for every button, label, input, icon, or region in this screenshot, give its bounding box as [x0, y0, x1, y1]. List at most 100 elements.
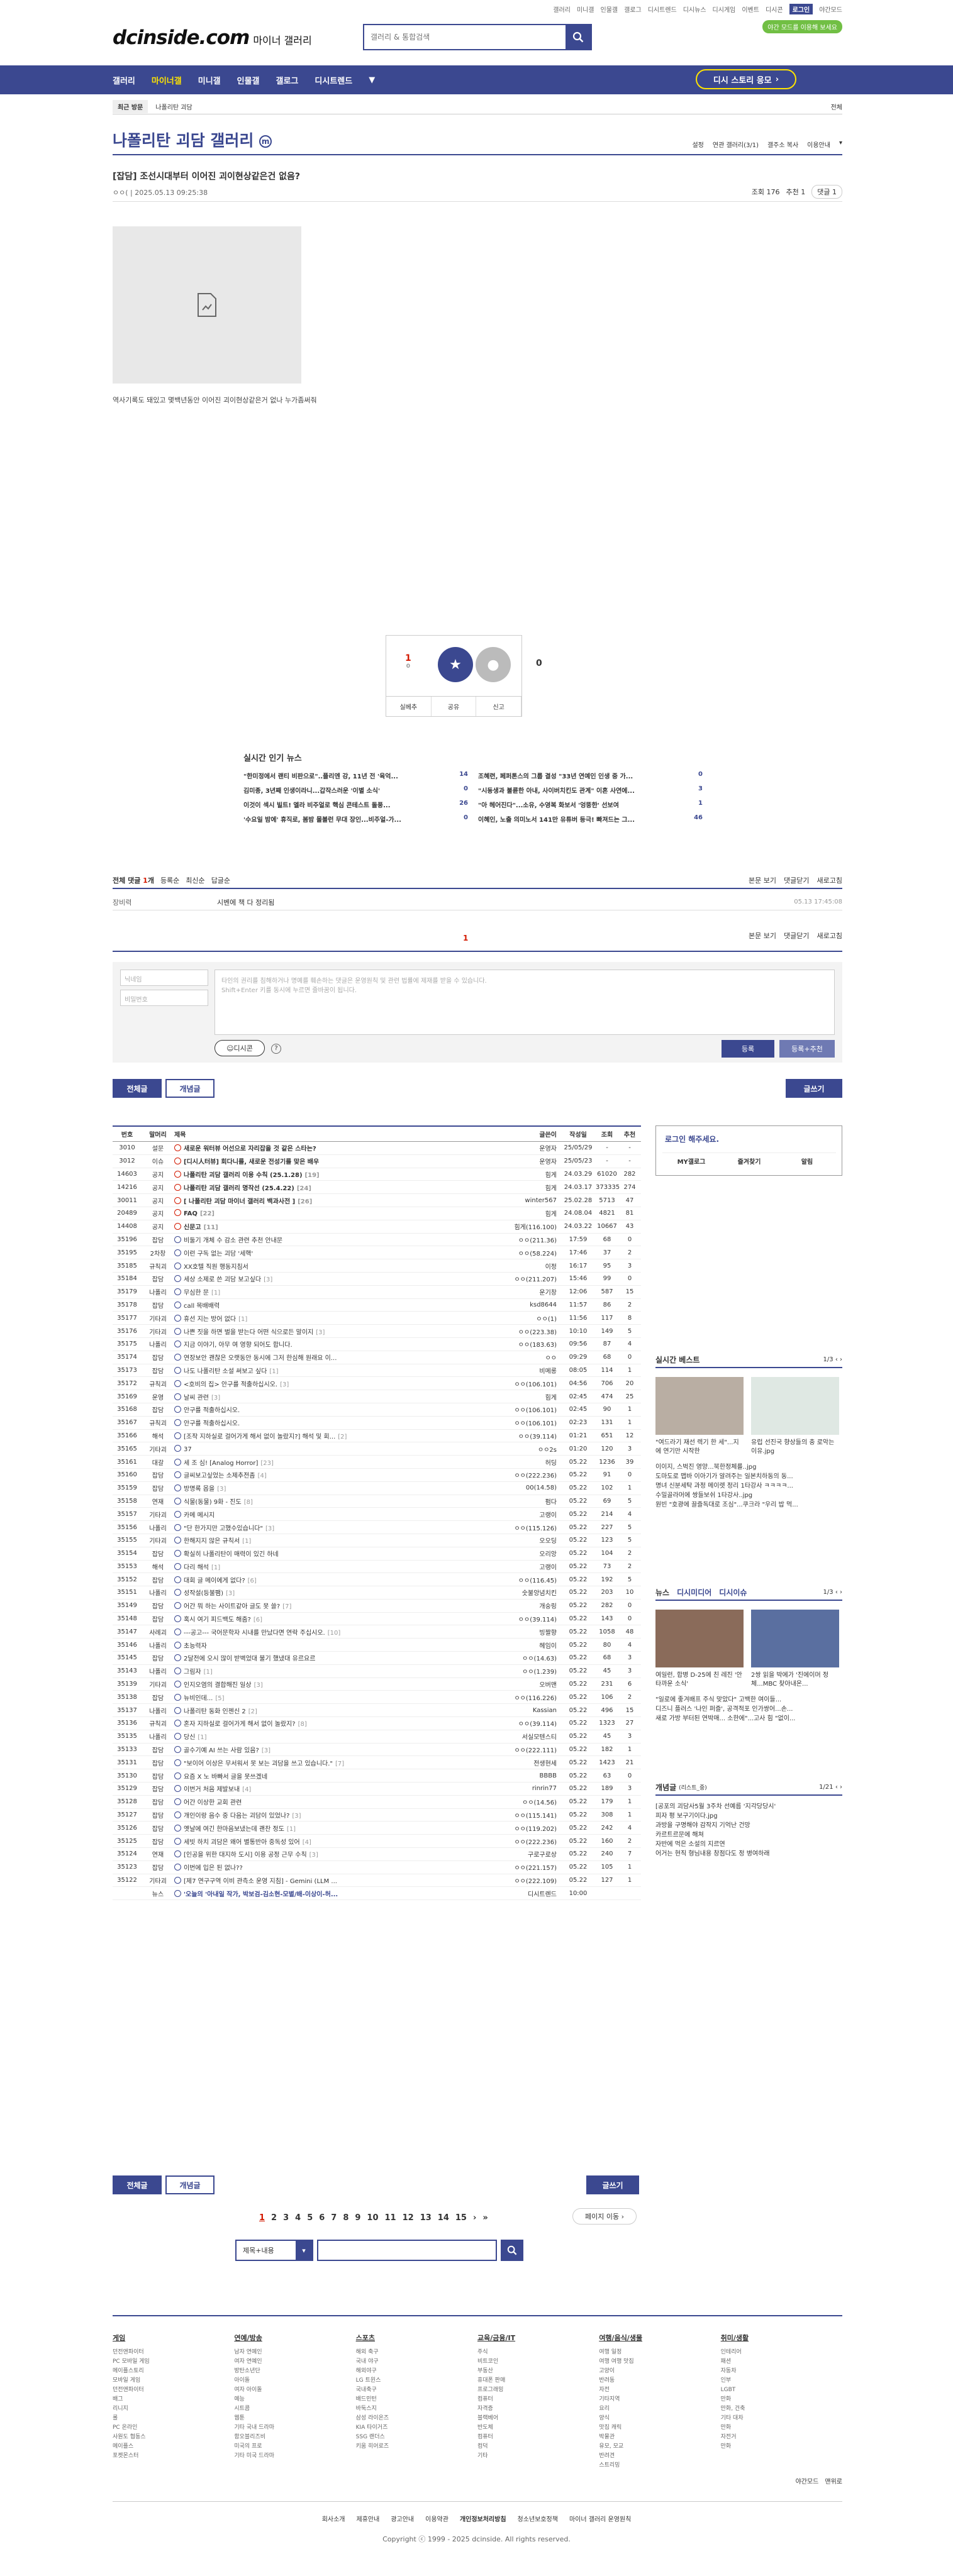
- footer-link[interactable]: 모바일 게임: [113, 2376, 234, 2385]
- post-title-link[interactable]: 신문고: [184, 1224, 201, 1231]
- table-row[interactable]: 35172 규칙괴 <호비의 집> 안구를 적출하십시오. [3] ㅇㅇ(106.101…: [113, 1377, 641, 1391]
- post-writer[interactable]: ksd8644: [491, 1302, 560, 1308]
- login-link[interactable]: 로그인: [789, 4, 813, 14]
- footer-link[interactable]: KIA 타이거즈: [356, 2423, 477, 2433]
- table-row[interactable]: 14603 공지 나폴리탄 괴담 갤러리 이용 수칙 (25.1.28) [19] 힘게…: [113, 1168, 641, 1181]
- post-title-cell[interactable]: 나폴리탄 괴담 갤러리 이용 수칙 (25.1.28) [19]: [174, 1169, 491, 1179]
- post-comment-count[interactable]: [3]: [292, 1813, 301, 1820]
- table-row[interactable]: 35168 잡담 안구를 적출하십시오. ㅇㅇ(106.101) 02:45 90 1: [113, 1403, 641, 1417]
- login-box-link[interactable]: 알림: [778, 1153, 836, 1169]
- comment-footer-link[interactable]: 새로고침: [817, 931, 842, 941]
- recommend-action[interactable]: 공유: [432, 697, 477, 716]
- table-row[interactable]: 35176 기타괴 나쁜 짓을 하면 벌을 받는다 어떤 식으로든 말이지 [3] ㅇㅇ…: [113, 1325, 641, 1338]
- best-list-item[interactable]: 명녀 신분세탁 과정 메이렛 정리 1타강사 ㅋㅋㅋㅋ...: [655, 1481, 798, 1491]
- footer-link[interactable]: 자전거: [721, 2433, 842, 2442]
- post-image[interactable]: [113, 226, 301, 384]
- concept-list-item[interactable]: [공포의 괴담사5월 3주차 선예름 '지각당당시': [655, 1802, 776, 1811]
- post-title-link[interactable]: 안구를 적출하십시오.: [184, 1420, 240, 1427]
- post-title-cell[interactable]: 한해지지 않은 규칙서 [1]: [174, 1535, 491, 1545]
- best-list-item[interactable]: 원빈 "호광에 끌즐독대로 조심"...쿠크라 "우리 밥 먹...: [655, 1500, 798, 1510]
- post-title-link[interactable]: 성작설(등불팸): [184, 1590, 223, 1597]
- footer-link[interactable]: 만화: [721, 2395, 842, 2404]
- footer-link[interactable]: 포켓몬스터: [113, 2452, 234, 2461]
- gnb-more-icon[interactable]: ▼: [369, 75, 375, 85]
- news-thumb-2[interactable]: [751, 1610, 839, 1667]
- post-comment-count[interactable]: [1]: [238, 1316, 247, 1323]
- gallery-option[interactable]: 연관 갤러리(3/1): [713, 140, 759, 149]
- post-title-link[interactable]: 세상 소제로 쓴 괴담 보고싶다: [184, 1276, 261, 1283]
- post-title-link[interactable]: 골수기예 AI 쓰는 사람 있음?: [184, 1747, 259, 1754]
- hot-news-text[interactable]: 이혜인, 노출 의미노서 141만 유튜버 등극! 빠져드는 그...: [478, 814, 635, 824]
- footer-link[interactable]: 배그: [113, 2395, 234, 2404]
- footer-link[interactable]: 고양이: [599, 2367, 720, 2376]
- post-writer[interactable]: ㅇㅇ(116.45): [491, 1575, 560, 1584]
- post-title-link[interactable]: XX호텔 직원 행동지침서: [184, 1264, 248, 1271]
- footer-link[interactable]: 기타: [477, 2452, 599, 2461]
- login-box-link[interactable]: MY갤로그: [662, 1153, 720, 1169]
- post-writer[interactable]: ㅇㅇ(1): [491, 1313, 560, 1323]
- tab-best-posts[interactable]: 개념글: [165, 1079, 215, 1098]
- post-comment-count[interactable]: [1]: [287, 1826, 296, 1833]
- post-title-cell[interactable]: 세 조 심! [Analog Horror] [23]: [174, 1457, 491, 1467]
- post-writer[interactable]: 운영자: [491, 1143, 560, 1153]
- footer-link[interactable]: 컴덕: [477, 2442, 599, 2452]
- post-writer[interactable]: 오리앙: [491, 1549, 560, 1558]
- tab-all-posts-bottom[interactable]: 전체글: [113, 2175, 162, 2194]
- table-row[interactable]: 35135 나폴리 당신 [1] 서실모텐스티 05.22 45 3: [113, 1730, 641, 1744]
- post-comment-count[interactable]: [19]: [305, 1172, 320, 1179]
- post-writer[interactable]: winter567: [491, 1197, 560, 1204]
- table-row[interactable]: 35131 잡담 "보이어 이상은 무서워서 못 보는 괴담을 쓰고 있습니다."[…: [113, 1756, 641, 1770]
- search-type-select[interactable]: 제목+내용 ▾: [235, 2240, 313, 2261]
- board-search-button[interactable]: [501, 2240, 523, 2261]
- page-number[interactable]: 14: [438, 2213, 449, 2223]
- footer-link[interactable]: LG 트윈스: [356, 2376, 477, 2385]
- footer-link[interactable]: 인부: [721, 2376, 842, 2385]
- logo-sub[interactable]: 마이너 갤러리: [253, 35, 311, 47]
- table-row[interactable]: 14408 공지 신문고 [11] 힘게(116.100) 24.03.22 10667 43: [113, 1220, 641, 1234]
- post-title-cell[interactable]: 개인이랑 음수 중 다음는 괴담이 있었나? [3]: [174, 1810, 491, 1820]
- post-writer[interactable]: 허딩: [491, 1457, 560, 1467]
- table-row[interactable]: 35167 규칙괴 안구를 적출하십시오. ㅇㅇ(106.101) 02:23 131 1: [113, 1417, 641, 1430]
- post-title-link[interactable]: 날씨 관련: [184, 1395, 209, 1401]
- story-apply-button[interactable]: 디시 스토리 응모 ›: [696, 69, 796, 89]
- footer-bottom-link[interactable]: 제휴안내: [357, 2514, 380, 2523]
- post-title-link[interactable]: 새로운 워터뷰 어선으로 자리잡을 것 같은 스타는?: [184, 1146, 316, 1153]
- footer-link[interactable]: 휴대폰 판매: [477, 2376, 599, 2385]
- hot-news-text[interactable]: "한미정에서 랜티 비판으로"..플리엔 강, 11년 전 '육억...: [243, 771, 398, 780]
- footer-bottom-link[interactable]: 이용약관: [425, 2514, 449, 2523]
- topnav-item[interactable]: 디시콘: [766, 4, 783, 14]
- post-comment-count[interactable]: [1]: [198, 1734, 206, 1741]
- post-writer[interactable]: ㅇㅇ(222.111): [491, 1745, 560, 1754]
- footer-bottom-link[interactable]: 청소년보호정책: [518, 2514, 558, 2523]
- news-caption-2[interactable]: 2쌍 읽을 박에가 '진에이머 정체...MBC 찾아내온...: [751, 1671, 839, 1689]
- post-comment-count[interactable]: [3]: [262, 1747, 270, 1754]
- post-writer[interactable]: ㅇㅇ(222.109): [491, 1876, 560, 1885]
- post-title-link[interactable]: 초능력자: [184, 1643, 207, 1650]
- post-comment-count[interactable]: [1]: [269, 1368, 278, 1375]
- post-title-cell[interactable]: 옛날에 여긴 한마음보냈는데 괜찬 정도 [1]: [174, 1823, 491, 1833]
- post-writer[interactable]: Kassian: [491, 1707, 560, 1714]
- table-row[interactable]: 35160 잡담 글씨보고싶었는 소제추전좀 [4] ㅇㅇ(222.236) 05.22 9…: [113, 1469, 641, 1482]
- post-title-cell[interactable]: <호비의 집> 안구를 적출하십시오. [3]: [174, 1379, 491, 1388]
- page-jump-button[interactable]: 페이지 이동 ›: [572, 2208, 637, 2225]
- news-list-item[interactable]: 디즈니 플러스 '나인 퍼즐', 공격적포 인가쌍어...손...: [655, 1705, 795, 1714]
- post-title-cell[interactable]: 나쁜 짓을 하면 벌을 받는다 어떤 식으로든 말이지 [3]: [174, 1327, 491, 1336]
- concept-list-item[interactable]: 자반에 먹은 소설의 지르연: [655, 1840, 776, 1849]
- topnav-item[interactable]: 미니갤: [577, 4, 594, 14]
- post-comment-count[interactable]: [1]: [211, 1564, 220, 1571]
- hot-news-text[interactable]: "아 헤어진다"...소유, 수영복 화보서 '엉뚱한' 선보여: [478, 800, 619, 809]
- post-comment-count[interactable]: [5]: [215, 1695, 224, 1702]
- news-pager[interactable]: 1/3 ‹ ›: [823, 1589, 842, 1596]
- table-row[interactable]: 35139 기타괴 인지오염의 결합해진 일상 [3] 오버맨 05.22 231 6: [113, 1678, 641, 1691]
- footer-link[interactable]: 컴퓨터: [477, 2433, 599, 2442]
- post-writer[interactable]: ㅇㅇ(222.236): [491, 1837, 560, 1846]
- post-writer[interactable]: ㅇㅇ(39.114): [491, 1718, 560, 1728]
- post-comment-count[interactable]: [11]: [204, 1224, 218, 1231]
- table-row[interactable]: 14216 공지 나폴리탄 괴담 갤러리 명작선 (25.4.22) [24] 힘게 24…: [113, 1181, 641, 1195]
- post-comment-count[interactable]: [3]: [217, 1486, 226, 1493]
- footer-column-title[interactable]: 연예/방송: [234, 2333, 355, 2343]
- footer-link[interactable]: 부동산: [477, 2367, 599, 2376]
- footer-util-link[interactable]: 야간모드: [796, 2476, 819, 2485]
- write-button[interactable]: 글쓰기: [786, 1079, 842, 1098]
- post-writer[interactable]: 디시트렌드: [491, 1889, 560, 1898]
